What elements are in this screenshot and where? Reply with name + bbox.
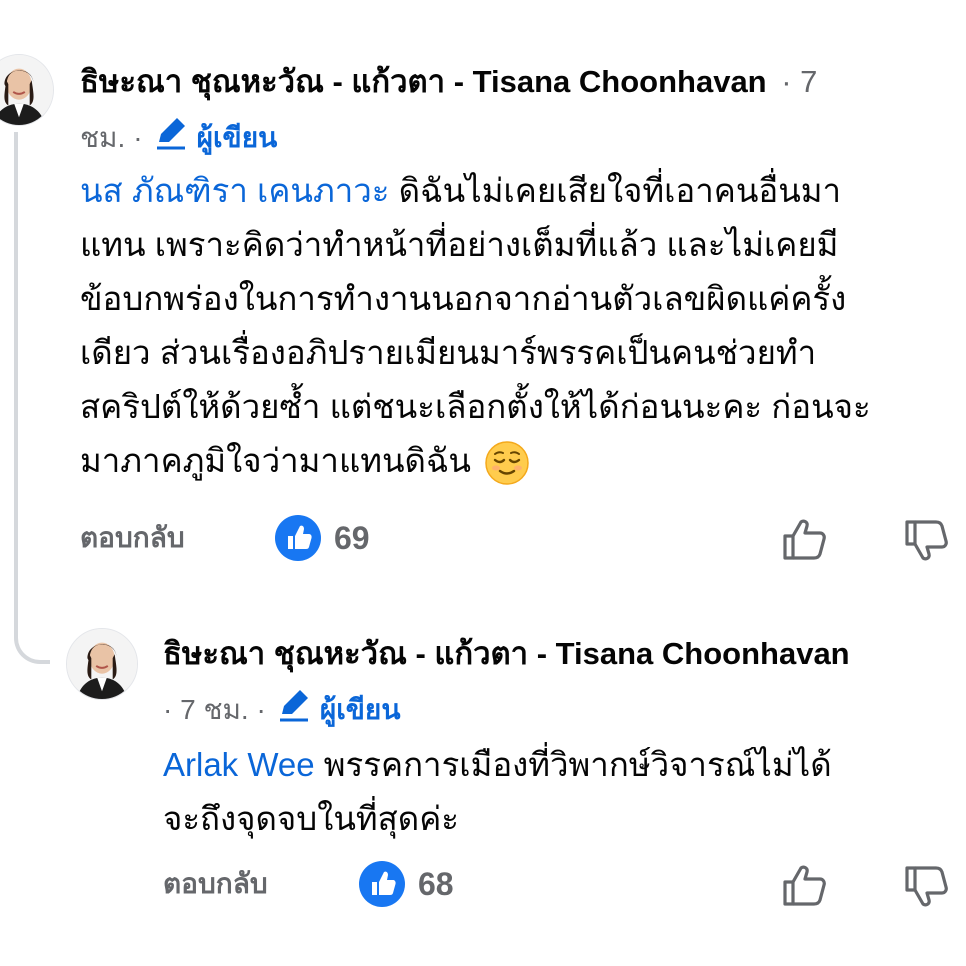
comment-line: นส ภัณฑิรา เคนภาวะ ดิฉันไม่เคยเสียใจที่เ…	[80, 164, 960, 218]
comment-line: มาภาคภูมิใจว่ามาแทนดิฉัน	[80, 434, 960, 488]
comment-body: Arlak Wee พรรคการเมืองที่วิพากษ์วิจารณ์ไ…	[163, 738, 963, 846]
comment-line: จะถึงจุดจบในที่สุดค่ะ	[163, 800, 460, 837]
meta-separator: ·	[133, 121, 143, 153]
reply-button[interactable]: ตอบกลับ	[163, 864, 268, 904]
avatar[interactable]	[0, 54, 54, 126]
comment-author-name[interactable]: ธิษะณา ชุณหะวัณ - แก้วตา - Tisana Choonh…	[80, 62, 817, 102]
thumbs-up-outline-icon[interactable]	[780, 860, 830, 910]
comment-time-head: · 7	[781, 64, 818, 99]
thumbs-up-icon[interactable]	[358, 860, 406, 908]
comment-line: แทน เพราะคิดว่าทำหน้าที่อย่างเต็มที่แล้ว…	[80, 226, 839, 263]
mention-link[interactable]: นส ภัณฑิรา เคนภาวะ	[80, 172, 390, 209]
thumbs-up-outline-icon[interactable]	[780, 514, 830, 564]
role-label: ผู้เขียน	[319, 693, 401, 725]
role-label: ผู้เขียน	[196, 121, 278, 153]
thread-connector-line	[14, 132, 50, 664]
author-name-text: ธิษะณา ชุณหะวัณ - แก้วตา - Tisana Choonh…	[80, 64, 767, 99]
pencil-icon	[151, 112, 197, 163]
thumbs-down-outline-icon[interactable]	[902, 516, 952, 566]
comment-time-tail: ชม.	[80, 121, 126, 153]
avatar[interactable]	[66, 628, 138, 700]
comment-line-text: พรรคการเมืองที่วิพากษ์วิจารณ์ไม่ได้	[314, 746, 832, 783]
comment-meta: ชม. · ผู้เขียน	[80, 112, 277, 163]
comment-line: เดียว ส่วนเรื่องอภิปรายเมียนมาร์พรรคเป็น…	[80, 334, 817, 371]
author-role-badge: ผู้เขียน	[151, 112, 278, 163]
reply-button[interactable]: ตอบกลับ	[80, 518, 185, 558]
comment-body: นส ภัณฑิรา เคนภาวะ ดิฉันไม่เคยเสียใจที่เ…	[80, 164, 960, 488]
comment-author-name[interactable]: ธิษะณา ชุณหะวัณ - แก้วตา - Tisana Choonh…	[163, 634, 850, 674]
comment-line: ข้อบกพร่องในการทำงานนอกจากอ่านตัวเลขผิดแ…	[80, 280, 847, 317]
like-count: 69	[334, 520, 370, 556]
thumbs-down-outline-icon[interactable]	[902, 862, 952, 912]
thumbs-up-icon[interactable]	[274, 514, 322, 562]
like-count: 68	[418, 866, 454, 902]
comment-time: · 7 ชม. ·	[163, 693, 266, 725]
comment-line-text: มาภาคภูมิใจว่ามาแทนดิฉัน	[80, 442, 471, 479]
pencil-icon	[274, 684, 320, 735]
comment-line-text: ดิฉันไม่เคยเสียใจที่เอาคนอื่นมา	[389, 172, 842, 209]
mention-link[interactable]: Arlak Wee	[163, 746, 315, 783]
comment-line: สคริปต์ให้ด้วยซ้ำ แต่ชนะเลือกตั้งให้ได้ก…	[80, 388, 871, 425]
comment-line: Arlak Wee พรรคการเมืองที่วิพากษ์วิจารณ์ไ…	[163, 738, 963, 792]
relieved-face-icon	[484, 440, 530, 486]
comment-meta: · 7 ชม. · ผู้เขียน	[163, 684, 400, 735]
author-role-badge: ผู้เขียน	[274, 684, 401, 735]
